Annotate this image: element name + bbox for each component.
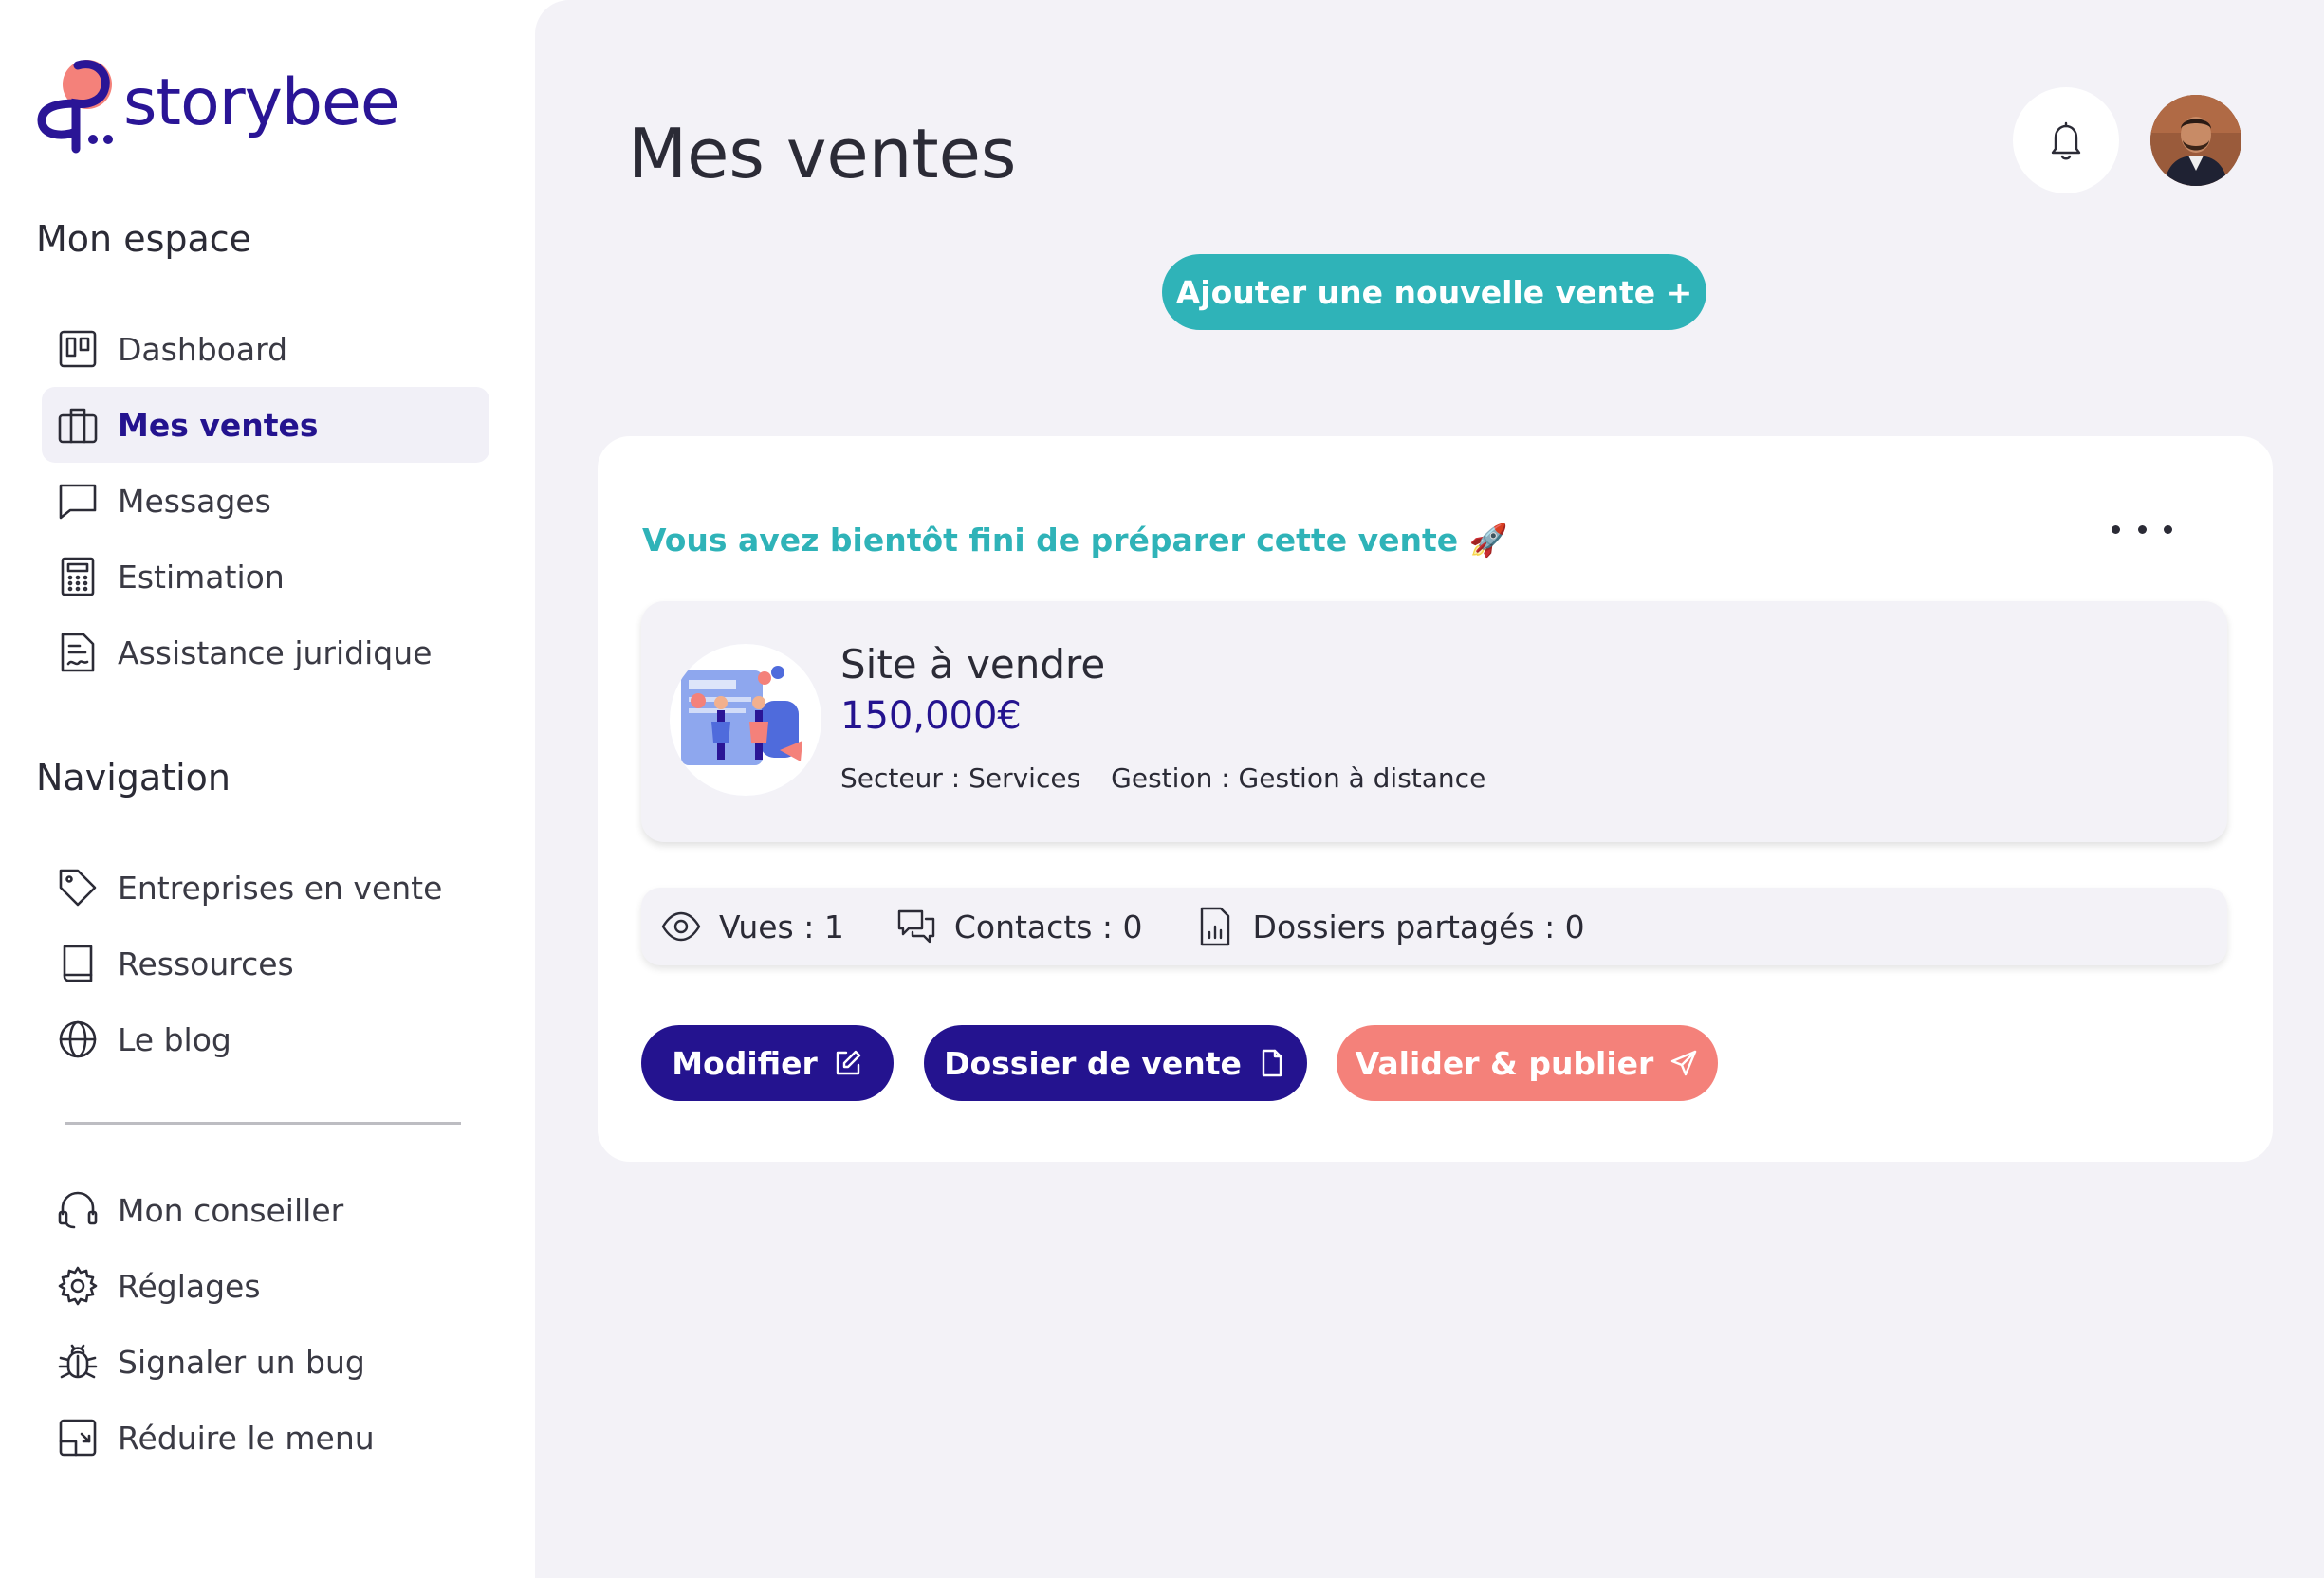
briefcase-icon (42, 404, 118, 446)
message-icon (42, 480, 118, 522)
sidebar-item-dashboard[interactable]: Dashboard (42, 311, 489, 387)
collapse-menu-icon (42, 1417, 118, 1459)
edit-button-label: Modifier (672, 1044, 818, 1082)
sidebar-item-label: Mon conseiller (118, 1191, 344, 1229)
stat-views: Vues : 1 (660, 906, 844, 947)
sale-illustration (670, 644, 821, 796)
sidebar-item-mon-conseiller[interactable]: Mon conseiller (42, 1172, 489, 1248)
headset-icon (42, 1189, 118, 1231)
sidebar-item-estimation[interactable]: Estimation (42, 539, 489, 615)
sidebar-item-label: Réduire le menu (118, 1419, 375, 1457)
more-dot-icon (2164, 524, 2172, 534)
document-signature-icon (42, 632, 118, 673)
storybee-logo-mark (37, 60, 113, 154)
sidebar-item-label: Mes ventes (118, 406, 319, 444)
add-new-sale-button[interactable]: Ajouter une nouvelle vente + (1162, 254, 1706, 330)
stat-contacts: Contacts : 0 (895, 906, 1143, 947)
section-title-navigation: Navigation (36, 757, 231, 798)
sale-price: 150,000€ (840, 694, 1022, 738)
sidebar-item-label: Entreprises en vente (118, 869, 443, 907)
file-icon (1262, 1049, 1282, 1077)
tag-icon (42, 867, 118, 908)
sidebar-item-le-blog[interactable]: Le blog (42, 1001, 489, 1077)
more-dot-icon (2137, 524, 2147, 534)
dashboard-icon (42, 328, 118, 370)
more-dot-icon (2112, 524, 2120, 534)
sidebar-item-ressources[interactable]: Ressources (42, 926, 489, 1001)
storybee-logo[interactable]: storybee (34, 53, 400, 157)
avatar-image (2150, 95, 2241, 186)
sale-dossier-button-label: Dossier de vente (944, 1044, 1242, 1082)
sidebar-item-label: Estimation (118, 558, 285, 596)
sidebar: storybee Mon espace Dashboard Mes ventes… (0, 0, 535, 1578)
eye-icon (661, 911, 701, 942)
gear-icon (42, 1265, 118, 1307)
page-title: Mes ventes (628, 114, 1017, 193)
edit-icon (836, 1050, 860, 1075)
globe-icon (42, 1018, 118, 1060)
sidebar-item-reglages[interactable]: Réglages (42, 1248, 489, 1324)
sidebar-item-label: Assistance juridique (118, 633, 433, 671)
main-content: Mes ventes Ajouter une nouvelle vente + … (535, 0, 2324, 1578)
validate-publish-button-label: Valider & publier (1355, 1044, 1654, 1082)
sale-meta: Secteur : Services Gestion : Gestion à d… (840, 762, 1485, 794)
validate-publish-button[interactable]: Valider & publier (1337, 1025, 1718, 1101)
sidebar-item-label: Signaler un bug (118, 1343, 365, 1381)
stat-contacts-label: Contacts : 0 (953, 908, 1143, 945)
notifications-button[interactable] (2013, 87, 2119, 193)
sale-management: Gestion : Gestion à distance (1111, 762, 1486, 794)
sidebar-item-label: Messages (118, 482, 271, 520)
sale-sector: Secteur : Services (840, 762, 1081, 794)
user-avatar[interactable] (2150, 95, 2241, 186)
document-chart-icon (1200, 907, 1229, 946)
chat-bubbles-icon (897, 909, 935, 944)
book-icon (42, 943, 118, 984)
sidebar-item-label: Réglages (118, 1267, 261, 1305)
sidebar-item-assistance-juridique[interactable]: Assistance juridique (42, 615, 489, 690)
section-title-mon-espace: Mon espace (36, 218, 252, 260)
sidebar-item-signaler-un-bug[interactable]: Signaler un bug (42, 1324, 489, 1400)
bug-icon (42, 1341, 118, 1383)
calculator-icon (42, 556, 118, 597)
sale-card: Vous avez bientôt fini de préparer cette… (598, 436, 2273, 1162)
sidebar-item-label: Le blog (118, 1020, 231, 1058)
sidebar-item-entreprises-en-vente[interactable]: Entreprises en vente (42, 850, 489, 926)
sidebar-divider (65, 1122, 461, 1125)
logo-text: storybee (123, 64, 400, 140)
sale-dossier-button[interactable]: Dossier de vente (924, 1025, 1307, 1101)
card-heading: Vous avez bientôt fini de préparer cette… (642, 522, 1508, 559)
edit-button[interactable]: Modifier (641, 1025, 894, 1101)
send-icon (1671, 1050, 1697, 1076)
sale-stats: Vues : 1 Contacts : 0 Dossiers partagés … (641, 888, 2227, 965)
stat-views-label: Vues : 1 (719, 908, 844, 945)
sale-name: Site à vendre (840, 641, 1106, 688)
sidebar-item-label: Ressources (118, 945, 294, 982)
sidebar-item-reduire-le-menu[interactable]: Réduire le menu (42, 1400, 489, 1476)
stat-shared: Dossiers partagés : 0 (1194, 906, 1585, 947)
sale-summary[interactable]: Site à vendre 150,000€ Secteur : Service… (641, 601, 2227, 842)
sidebar-item-label: Dashboard (118, 330, 288, 368)
sidebar-item-mes-ventes[interactable]: Mes ventes (42, 387, 489, 463)
more-options-button[interactable] (2112, 510, 2172, 548)
bell-icon (2051, 121, 2081, 160)
stat-shared-label: Dossiers partagés : 0 (1252, 908, 1585, 945)
sidebar-item-messages[interactable]: Messages (42, 463, 489, 539)
